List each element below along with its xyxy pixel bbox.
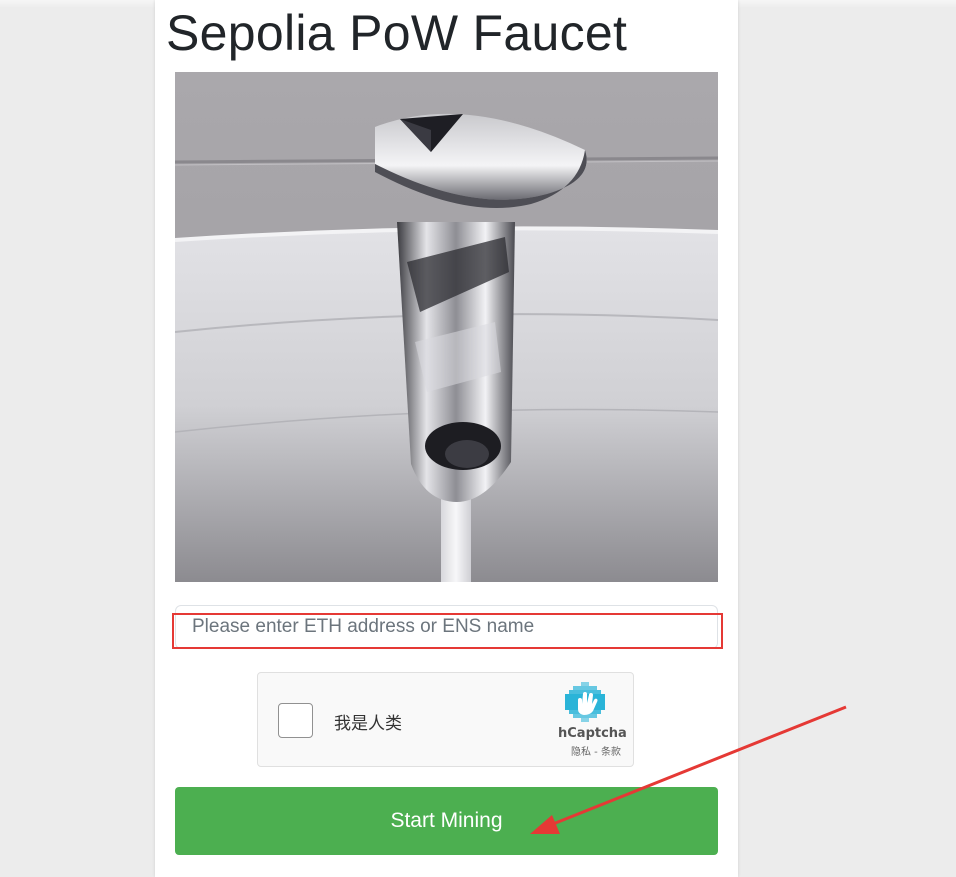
- captcha-privacy-link[interactable]: 隐私: [571, 747, 591, 758]
- hcaptcha-widget: 我是人类 hCaptcha 隐私 - 条款: [257, 672, 634, 767]
- eth-address-input[interactable]: [175, 605, 718, 649]
- captcha-terms-link[interactable]: 条款: [601, 747, 621, 758]
- page-title: Sepolia PoW Faucet: [166, 5, 628, 61]
- hcaptcha-brand: hCaptcha: [558, 726, 627, 741]
- start-mining-button[interactable]: Start Mining: [175, 787, 718, 855]
- hcaptcha-logo-icon: [565, 682, 605, 722]
- captcha-checkbox[interactable]: [278, 703, 313, 738]
- captcha-links: 隐私 - 条款: [571, 743, 621, 758]
- captcha-checkbox-label: 我是人类: [334, 714, 402, 734]
- captcha-links-separator: -: [591, 747, 601, 758]
- faucet-image: [175, 72, 718, 582]
